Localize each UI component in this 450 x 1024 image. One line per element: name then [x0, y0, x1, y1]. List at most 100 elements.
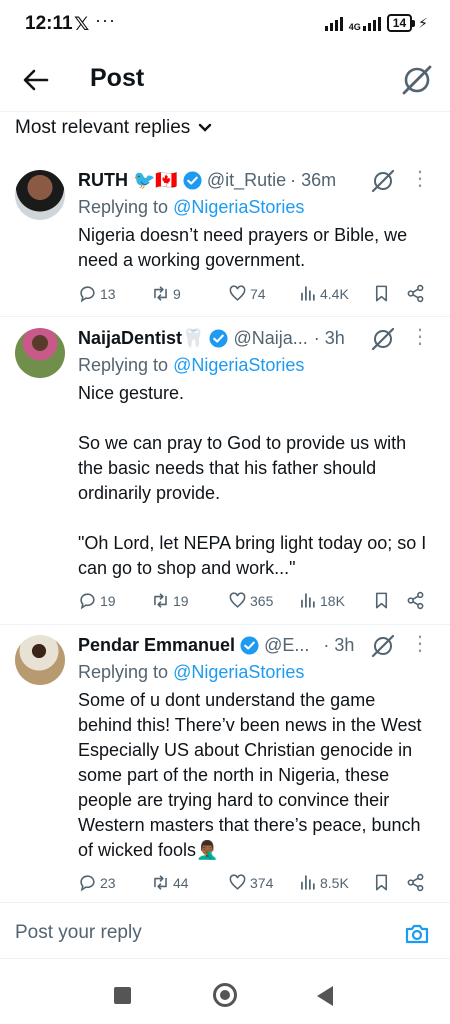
bookmark-button[interactable]	[372, 873, 391, 892]
tweet-text: Nice gesture. So we can pray to God to p…	[78, 383, 427, 578]
app-header: Post	[0, 52, 450, 108]
replying-to: Replying to @NigeriaStories	[78, 197, 304, 218]
sort-replies-dropdown[interactable]: Most relevant replies	[15, 117, 212, 139]
reply-button[interactable]: 13	[78, 284, 116, 303]
share-icon	[407, 284, 424, 303]
more-options-icon[interactable]: ⋮	[410, 169, 430, 189]
repost-button[interactable]: 44	[151, 873, 189, 892]
share-button[interactable]	[406, 873, 425, 892]
page-title: Post	[90, 64, 145, 92]
sort-label: Most relevant replies	[15, 117, 191, 138]
avatar[interactable]	[15, 635, 65, 685]
view-count: 8.5K	[320, 874, 349, 891]
author-handle[interactable]: @it_Rutie	[207, 170, 286, 191]
views-button[interactable]: 8.5K	[298, 873, 349, 892]
back-button[interactable]	[20, 64, 52, 96]
bookmark-icon	[375, 874, 388, 891]
repost-count: 9	[173, 285, 181, 302]
replying-prefix: Replying to	[78, 662, 174, 682]
grok-icon[interactable]	[370, 326, 396, 352]
grok-icon	[402, 65, 432, 95]
reply-tweet[interactable]: RUTH 🐦🇨🇦 @it_Rutie · 36m ⋮ Replying to @…	[0, 160, 450, 315]
repost-icon	[154, 286, 167, 301]
verified-badge-icon	[209, 329, 228, 348]
chevron-down-icon	[199, 123, 212, 132]
author-name[interactable]: NaijaDentist🦷	[78, 328, 204, 349]
repost-button[interactable]: 9	[151, 284, 181, 303]
views-button[interactable]: 18K	[298, 591, 345, 610]
like-count: 74	[250, 285, 266, 302]
reply-button[interactable]: 23	[78, 873, 116, 892]
tweet-time: · 3h	[323, 635, 355, 655]
replying-to-link[interactable]: @NigeriaStories	[173, 355, 304, 375]
replying-prefix: Replying to	[78, 197, 174, 217]
signal-icon-2	[362, 15, 381, 31]
reply-input[interactable]: Post your reply	[15, 922, 142, 944]
replying-to-link[interactable]: @NigeriaStories	[173, 197, 304, 217]
tweet-header: RUTH 🐦🇨🇦 @it_Rutie · 36m	[78, 170, 336, 191]
views-icon	[301, 593, 315, 608]
verified-badge-icon	[183, 171, 202, 190]
recent-apps-button[interactable]	[114, 987, 131, 1004]
author-name[interactable]: Pendar Emmanuel	[78, 635, 235, 656]
view-count: 4.4K	[320, 285, 349, 302]
like-button[interactable]: 365	[228, 591, 273, 610]
avatar[interactable]	[15, 170, 65, 220]
like-button[interactable]: 74	[228, 284, 266, 303]
camera-icon[interactable]	[404, 921, 430, 947]
reply-icon	[80, 593, 95, 610]
network-label: 4G	[348, 22, 361, 32]
heart-icon	[229, 592, 246, 608]
replying-to: Replying to @NigeriaStories	[78, 355, 304, 376]
views-button[interactable]: 4.4K	[298, 284, 349, 303]
system-back-button[interactable]	[317, 986, 333, 1006]
grok-icon[interactable]	[370, 633, 396, 659]
author-name[interactable]: RUTH 🐦🇨🇦	[78, 170, 178, 191]
views-icon	[301, 286, 315, 301]
grok-icon[interactable]	[370, 168, 396, 194]
reply-icon	[80, 286, 95, 303]
reply-button[interactable]: 19	[78, 591, 116, 610]
share-button[interactable]	[406, 591, 425, 610]
avatar[interactable]	[15, 328, 65, 378]
reply-count: 19	[100, 592, 116, 609]
tweet-actions: 19 19 365 18K	[78, 591, 430, 615]
reply-bar-divider	[0, 902, 450, 903]
more-options-icon[interactable]: ⋮	[410, 327, 430, 347]
bookmark-icon	[375, 285, 388, 302]
views-icon	[301, 875, 315, 890]
replying-prefix: Replying to	[78, 355, 174, 375]
reply-tweet[interactable]: NaijaDentist🦷 @Naija... · 3h ⋮ Replying …	[0, 317, 450, 623]
x-logo-icon: 𝕏	[74, 14, 90, 35]
like-button[interactable]: 374	[228, 873, 273, 892]
author-handle[interactable]: @E...	[264, 635, 309, 656]
status-indicators: 4G 14 ⚡	[324, 14, 428, 32]
repost-count: 19	[173, 592, 189, 609]
like-count: 365	[250, 592, 274, 609]
more-options-icon[interactable]: ⋮	[410, 634, 430, 654]
status-time: 12:11	[25, 13, 73, 34]
system-nav-bar	[0, 975, 450, 1024]
replying-to-link[interactable]: @NigeriaStories	[173, 662, 304, 682]
grok-button[interactable]	[400, 63, 434, 97]
signal-icon	[324, 15, 343, 31]
more-notifications-icon: ···	[95, 10, 116, 30]
back-arrow-icon	[23, 69, 49, 91]
battery-icon: 14	[386, 14, 416, 32]
reply-tweet[interactable]: Pendar Emmanuel @E... · 3h ⋮ Replying to…	[0, 625, 450, 901]
tweet-text: Nigeria doesn’t need prayers or Bible, w…	[78, 225, 413, 270]
charging-icon: ⚡	[418, 14, 428, 31]
nav-divider	[0, 958, 450, 959]
view-count: 18K	[320, 592, 345, 609]
bookmark-button[interactable]	[372, 284, 391, 303]
tweet-actions: 13 9 74 4.4K	[78, 284, 430, 308]
author-handle[interactable]: @Naija...	[233, 328, 307, 349]
repost-icon	[154, 875, 167, 890]
repost-button[interactable]: 19	[151, 591, 189, 610]
tweet-header: Pendar Emmanuel @E... · 3h	[78, 635, 354, 656]
heart-icon	[229, 874, 246, 890]
bookmark-button[interactable]	[372, 591, 391, 610]
home-button[interactable]	[213, 983, 237, 1007]
verified-badge-icon	[240, 636, 259, 655]
share-button[interactable]	[406, 284, 425, 303]
